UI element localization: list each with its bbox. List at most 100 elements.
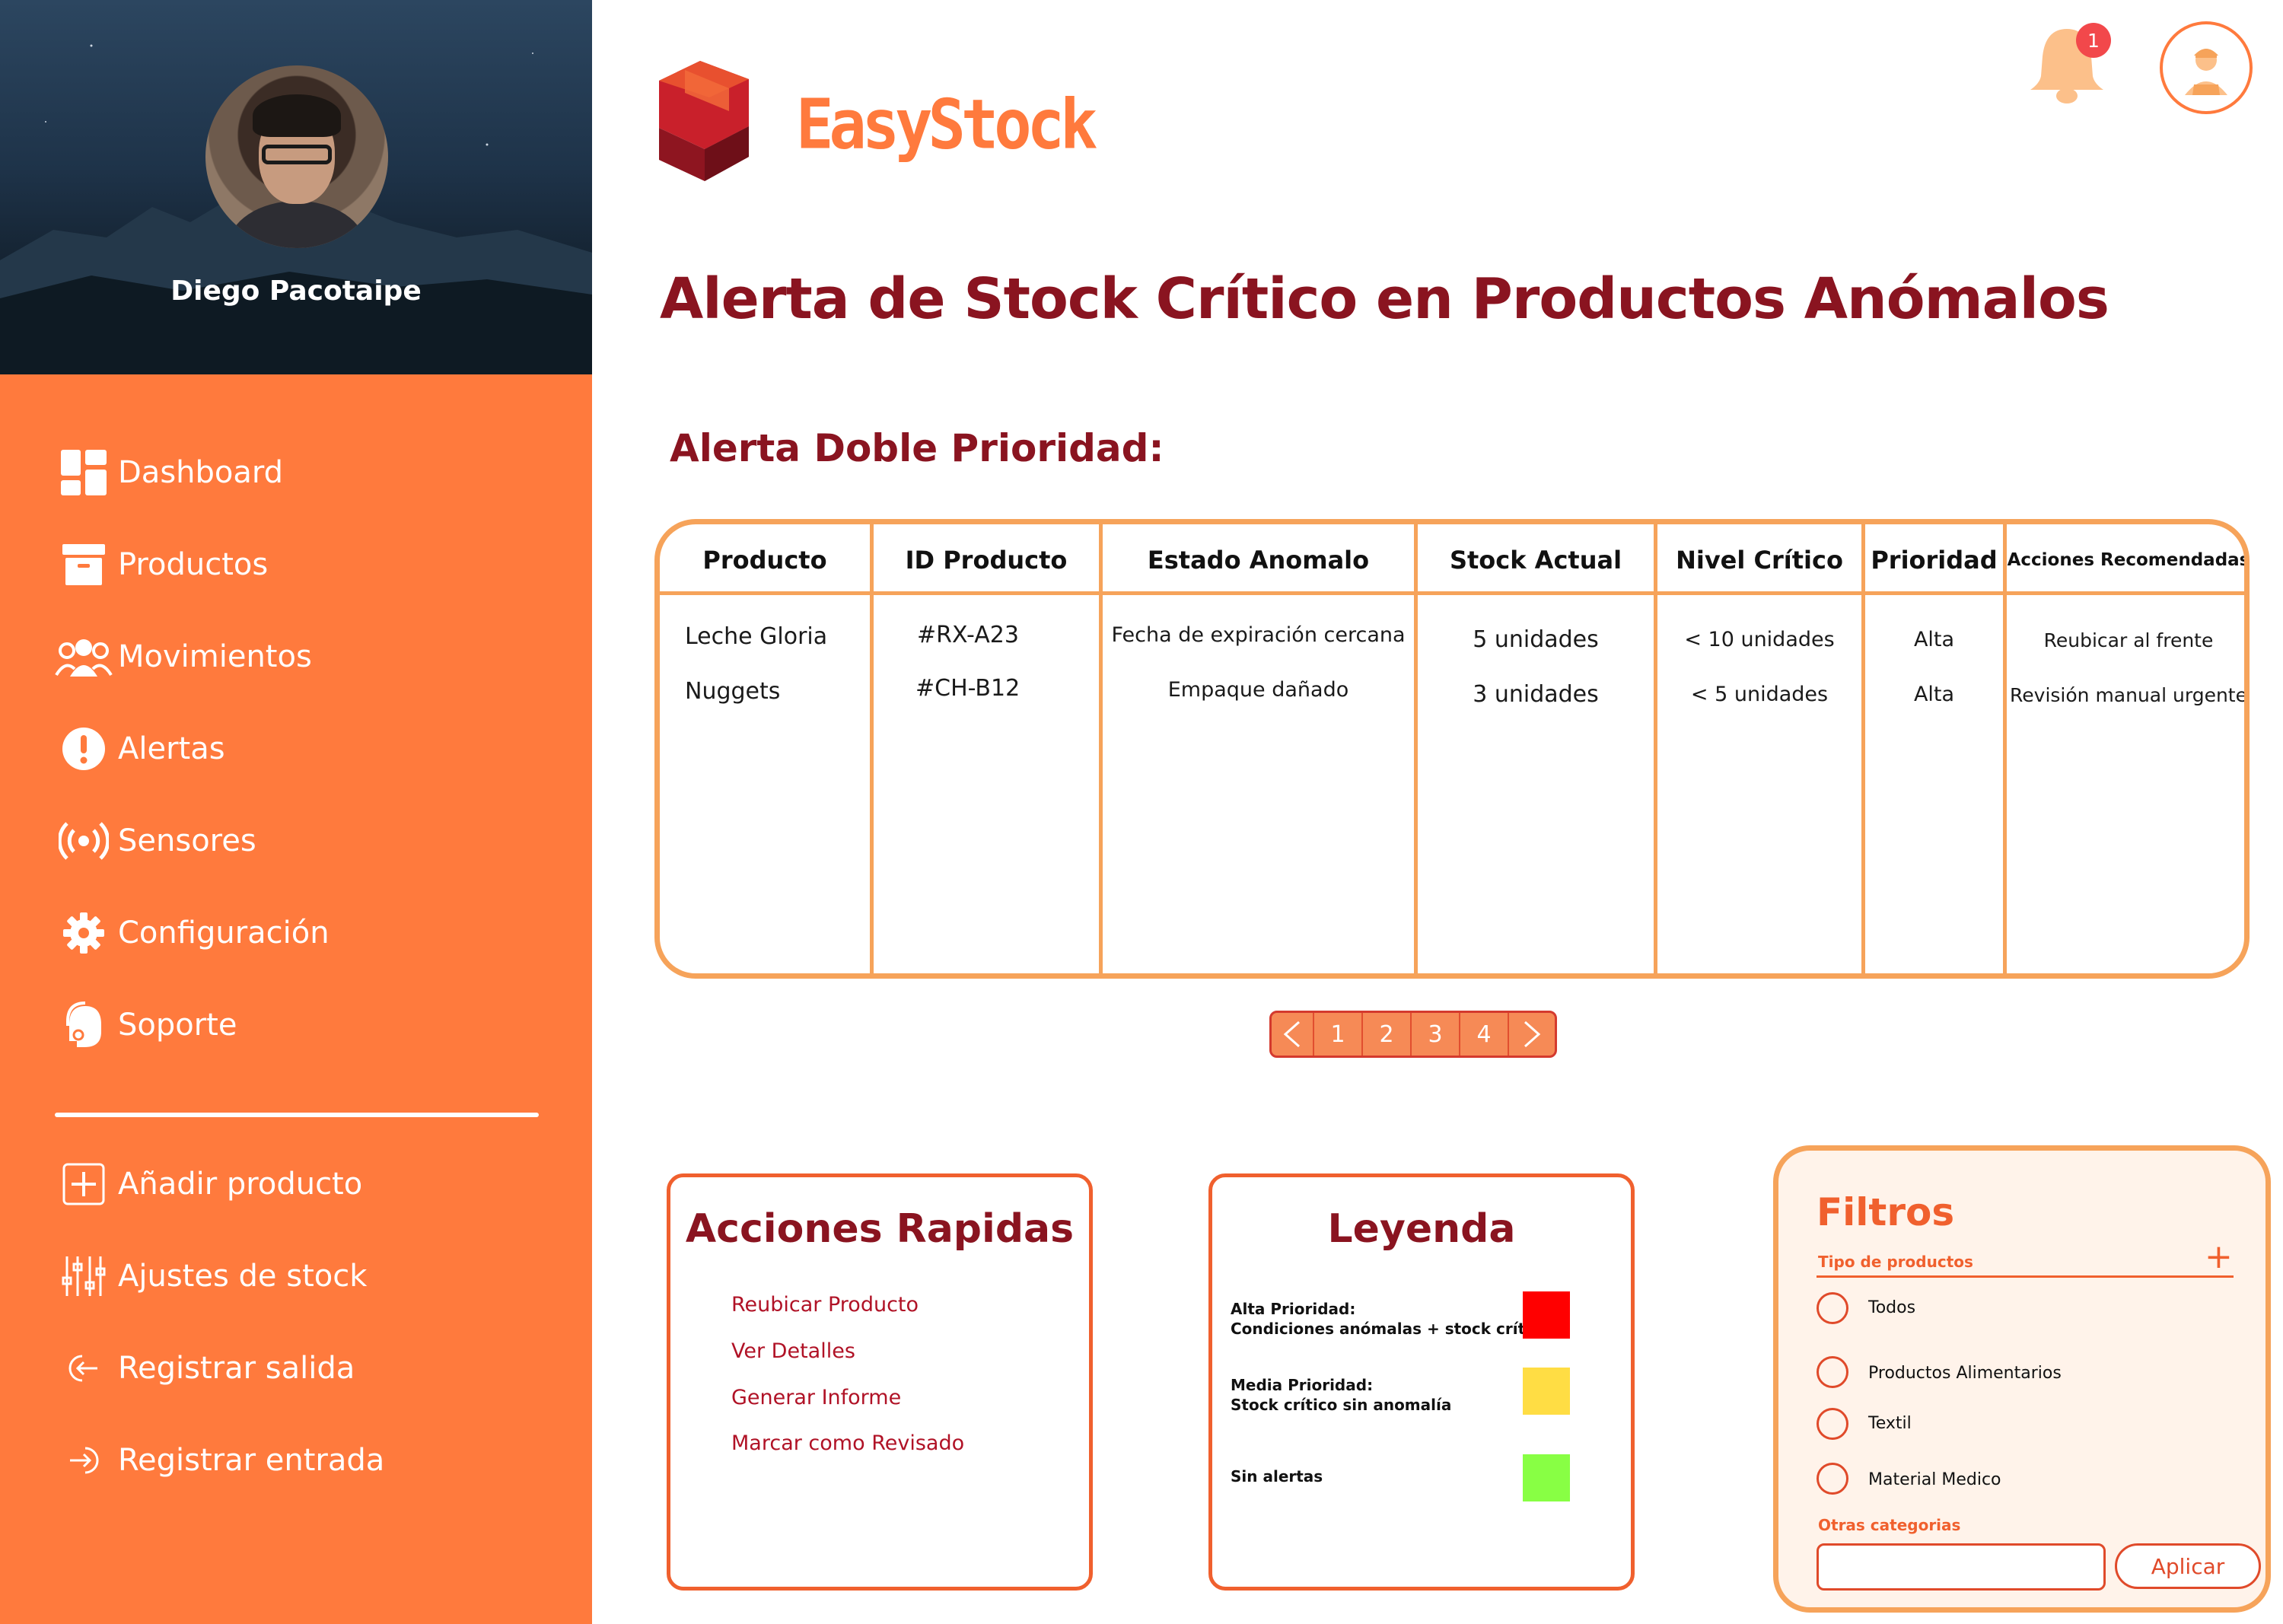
logout-icon (52, 1338, 116, 1399)
legend-label: Sin alertas (1231, 1467, 1323, 1485)
radio-label: Material Medico (1868, 1470, 2001, 1489)
no-alert-swatch (1523, 1454, 1570, 1501)
login-icon (52, 1430, 116, 1491)
table-cell: Nuggets (685, 678, 781, 705)
high-priority-swatch (1523, 1291, 1570, 1339)
table-cell: < 5 unidades (1690, 683, 1829, 706)
dashboard-icon (52, 442, 116, 503)
table-cell: 3 unidades (1473, 681, 1599, 708)
column-header[interactable]: Estado Anomalo (1103, 546, 1414, 575)
sidebar-item-label: Configuración (118, 915, 330, 951)
sidebar-action-label: Registrar salida (118, 1351, 355, 1386)
column-header[interactable]: ID Producto (874, 546, 1099, 575)
column-header[interactable]: Stock Actual (1418, 546, 1654, 575)
table-cell: Reubicar al frente (2043, 629, 2214, 651)
sidebar-divider (55, 1113, 539, 1117)
radio-label: Textil (1868, 1414, 1912, 1433)
archive-box-icon (52, 534, 116, 595)
alerts-table: Producto ID Producto Estado Anomalo Stoc… (654, 519, 2250, 979)
sidebar-item-configuracion[interactable]: Configuración (0, 903, 592, 963)
alert-circle-icon (52, 718, 116, 779)
chevron-left-icon (1283, 1021, 1300, 1048)
table-cell: #RX-A23 (917, 622, 1019, 648)
broadcast-icon (52, 810, 116, 871)
section-title: Alerta Doble Prioridad: (670, 426, 1164, 470)
page-title: Alerta de Stock Crítico en Productos Anó… (660, 266, 2109, 332)
brand-name: EasyStock (796, 85, 1097, 165)
prev-page-button[interactable] (1272, 1013, 1314, 1056)
worker-avatar-icon (2185, 49, 2227, 95)
table-cell: Empaque dañado (1167, 678, 1349, 702)
other-categories-input[interactable] (1817, 1543, 2106, 1591)
sidebar-item-movimientos[interactable]: Movimientos (0, 626, 592, 687)
page-button[interactable]: 1 (1314, 1013, 1363, 1056)
filter-divider (1817, 1275, 2234, 1278)
sidebar-item-label: Sensores (118, 823, 256, 858)
user-name: Diego Pacotaipe (170, 275, 422, 307)
filters-panel: Filtros Tipo de productos + Todos Produc… (1773, 1145, 2271, 1613)
sidebar-item-label: Soporte (118, 1008, 237, 1043)
page-button[interactable]: 3 (1412, 1013, 1460, 1056)
register-exit-button[interactable]: Registrar salida (0, 1338, 592, 1399)
table-cell: #CH-B12 (915, 675, 1021, 702)
register-entry-button[interactable]: Registrar entrada (0, 1430, 592, 1491)
pagination: 1 2 3 4 (1269, 1011, 1557, 1058)
column-header[interactable]: Acciones Recomendadas (2007, 550, 2244, 570)
table-cell: Leche Gloria (685, 623, 828, 650)
sidebar-item-label: Movimientos (118, 639, 312, 674)
legend-card: Leyenda Alta Prioridad: Condiciones anóma… (1208, 1173, 1635, 1591)
chevron-right-icon (1524, 1021, 1541, 1048)
legend-label: Media Prioridad: Stock crítico sin anomal… (1231, 1376, 1452, 1414)
generate-report-link[interactable]: Generar Informe (731, 1386, 901, 1409)
table-cell: Revisión manual urgente (2010, 684, 2247, 706)
easystock-logo-icon (659, 61, 749, 181)
sidebar-action-label: Ajustes de stock (118, 1259, 368, 1294)
sidebar-action-label: Registrar entrada (118, 1443, 385, 1478)
radio-material-medico[interactable] (1817, 1463, 1848, 1495)
sidebar-item-dashboard[interactable]: Dashboard (0, 442, 592, 503)
card-title: Acciones Rapidas (685, 1206, 1075, 1252)
sidebar-item-productos[interactable]: Productos (0, 534, 592, 595)
page-button[interactable]: 2 (1363, 1013, 1412, 1056)
notification-badge: 1 (2076, 23, 2111, 58)
column-header[interactable]: Nivel Crítico (1657, 546, 1861, 575)
sidebar-item-label: Dashboard (118, 455, 284, 490)
avatar[interactable] (205, 65, 388, 248)
table-cell: Alta (1913, 683, 1955, 706)
table-cell: 5 unidades (1473, 626, 1599, 653)
product-type-label: Tipo de productos (1818, 1253, 1973, 1271)
filters-title: Filtros (1817, 1190, 1955, 1234)
medium-priority-swatch (1523, 1368, 1570, 1415)
page-button[interactable]: 4 (1460, 1013, 1509, 1056)
header-divider (660, 591, 2244, 595)
profile-header: Diego Pacotaipe (0, 0, 592, 374)
sidebar-item-sensores[interactable]: Sensores (0, 810, 592, 871)
next-page-button[interactable] (1509, 1013, 1555, 1056)
quick-actions-card: Acciones Rapidas Reubicar Producto Ver D… (667, 1173, 1093, 1591)
column-header[interactable]: Prioridad (1865, 546, 2003, 575)
add-filter-plus-icon[interactable]: + (2205, 1240, 2233, 1274)
table-cell: Alta (1913, 628, 1955, 651)
gear-icon (52, 903, 116, 963)
sidebar-item-soporte[interactable]: Soporte (0, 995, 592, 1056)
other-categories-label: Otras categorias (1818, 1516, 1961, 1534)
relocate-product-link[interactable]: Reubicar Producto (731, 1293, 919, 1317)
radio-productos-alimentarios[interactable] (1817, 1356, 1848, 1388)
users-icon (52, 626, 116, 687)
mark-reviewed-link[interactable]: Marcar como Revisado (731, 1431, 964, 1455)
plus-square-icon (52, 1154, 116, 1215)
sidebar-action-label: Añadir producto (118, 1167, 363, 1202)
radio-textil[interactable] (1817, 1408, 1848, 1440)
stock-adjustments-button[interactable]: Ajustes de stock (0, 1246, 592, 1307)
view-details-link[interactable]: Ver Detalles (731, 1339, 855, 1363)
legend-label: Alta Prioridad: Condiciones anómalas + st… (1231, 1300, 1550, 1338)
radio-todos[interactable] (1817, 1292, 1848, 1324)
sidebar-item-alertas[interactable]: Alertas (0, 718, 592, 779)
sidebar-item-label: Alertas (118, 731, 225, 766)
user-profile-button[interactable] (2160, 21, 2253, 114)
add-product-button[interactable]: Añadir producto (0, 1154, 592, 1215)
apply-filters-button[interactable]: Aplicar (2115, 1543, 2261, 1589)
sliders-icon (52, 1246, 116, 1307)
table-cell: Fecha de expiración cercana (1111, 623, 1406, 647)
column-header[interactable]: Producto (660, 546, 870, 575)
